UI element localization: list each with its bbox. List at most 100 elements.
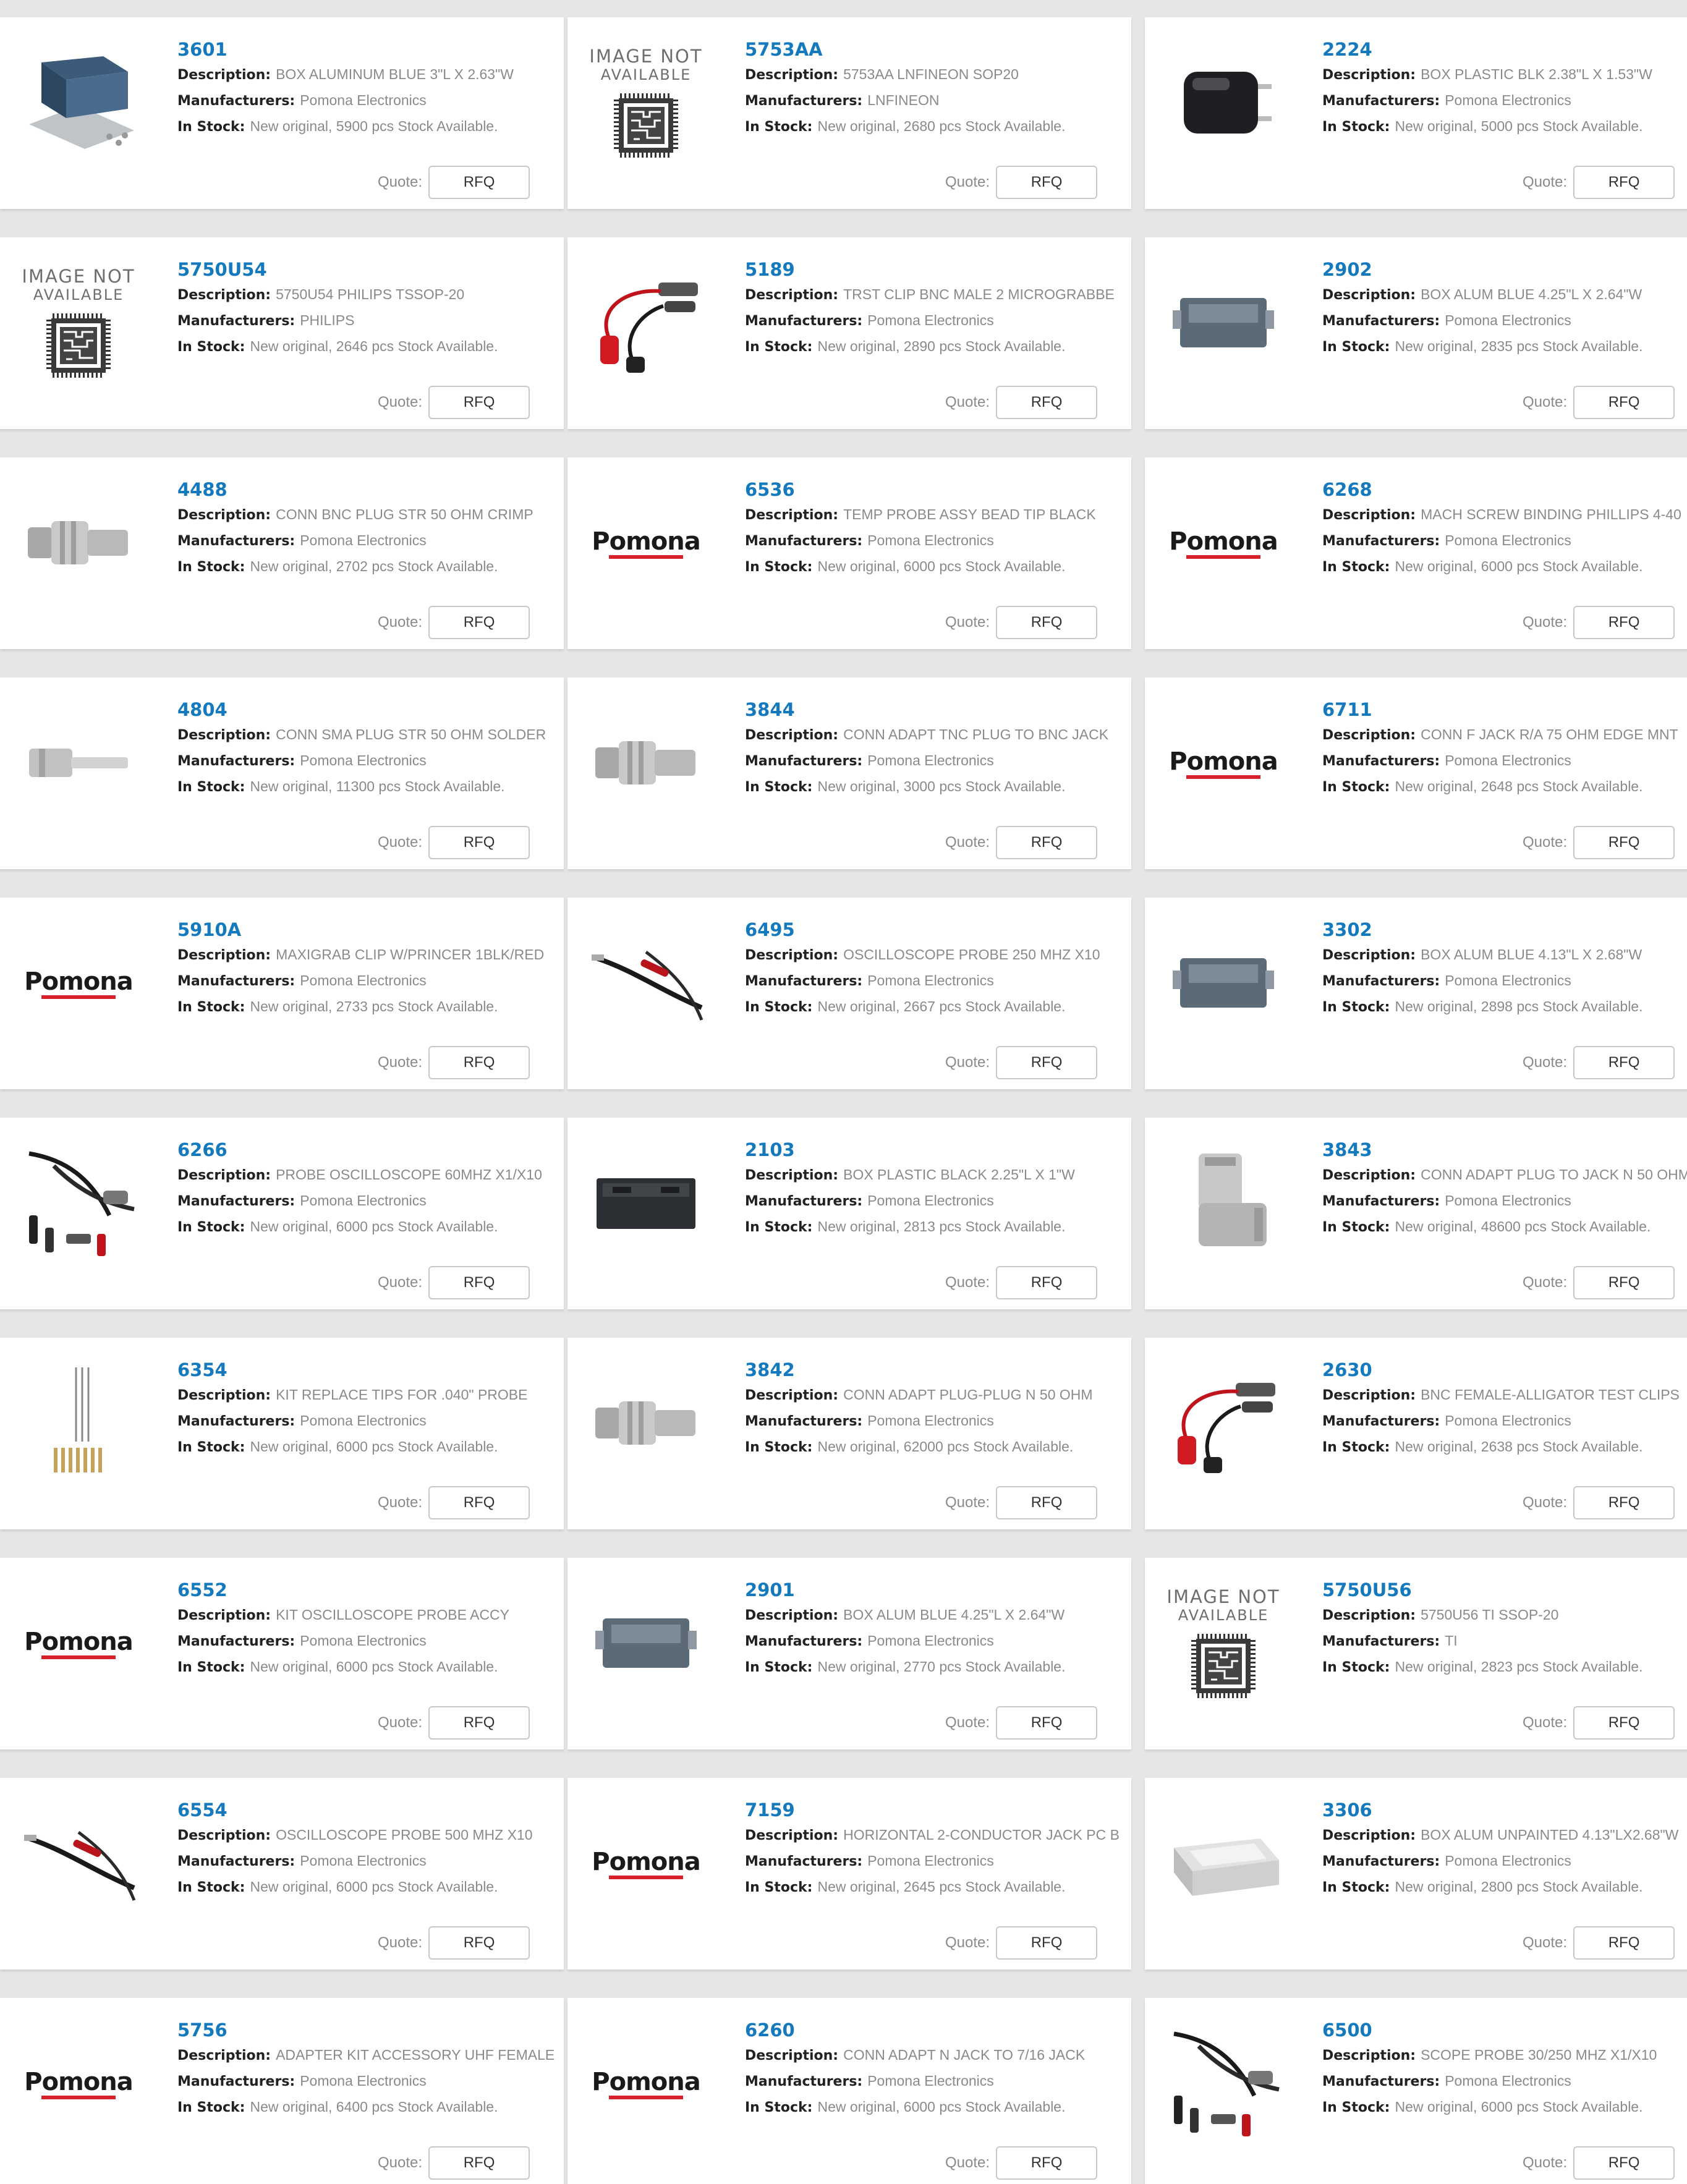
rfq-button[interactable]: RFQ bbox=[996, 826, 1098, 859]
rfq-button[interactable]: RFQ bbox=[1573, 1486, 1675, 1519]
part-number-link[interactable]: 4488 bbox=[177, 477, 561, 502]
product-thumbnail[interactable]: Pomona bbox=[14, 2023, 143, 2146]
product-thumbnail[interactable] bbox=[14, 702, 143, 826]
part-number-link[interactable]: 3844 bbox=[745, 697, 1128, 722]
part-number-link[interactable]: 6266 bbox=[177, 1137, 561, 1162]
rfq-button[interactable]: RFQ bbox=[428, 1486, 530, 1519]
product-thumbnail[interactable]: IMAGE NOT AVAILABLE bbox=[1158, 1583, 1288, 1706]
product-thumbnail[interactable] bbox=[581, 262, 711, 386]
product-thumbnail[interactable] bbox=[1158, 262, 1288, 386]
product-thumbnail[interactable]: Pomona bbox=[581, 2023, 711, 2146]
rfq-button[interactable]: RFQ bbox=[428, 386, 530, 419]
part-number-link[interactable]: 3601 bbox=[177, 37, 561, 62]
rfq-button[interactable]: RFQ bbox=[428, 1926, 530, 1960]
rfq-button[interactable]: RFQ bbox=[428, 1706, 530, 1740]
part-number-link[interactable]: 6552 bbox=[177, 1578, 561, 1602]
rfq-button[interactable]: RFQ bbox=[1573, 1706, 1675, 1740]
rfq-button[interactable]: RFQ bbox=[1573, 1266, 1675, 1299]
product-thumbnail[interactable] bbox=[1158, 1803, 1288, 1926]
product-thumbnail[interactable] bbox=[14, 1142, 143, 1266]
product-thumbnail[interactable]: IMAGE NOT AVAILABLE bbox=[581, 42, 711, 166]
product-thumbnail[interactable] bbox=[14, 1803, 143, 1926]
part-number-link[interactable]: 2901 bbox=[745, 1578, 1128, 1602]
product-thumbnail[interactable] bbox=[14, 1362, 143, 1486]
part-number-link[interactable]: 5756 bbox=[177, 2018, 561, 2042]
product-thumbnail[interactable] bbox=[581, 1142, 711, 1266]
rfq-button[interactable]: RFQ bbox=[996, 1706, 1098, 1740]
product-thumbnail[interactable] bbox=[1158, 922, 1288, 1046]
product-thumbnail[interactable] bbox=[1158, 42, 1288, 166]
part-number-link[interactable]: 5753AA bbox=[745, 37, 1128, 62]
product-thumbnail[interactable]: Pomona bbox=[581, 482, 711, 606]
product-card: 4804 Description: CONN SMA PLUG STR 50 OH… bbox=[0, 678, 564, 869]
part-number-link[interactable]: 3302 bbox=[1322, 917, 1687, 942]
product-thumbnail[interactable] bbox=[581, 922, 711, 1046]
part-number-link[interactable]: 2224 bbox=[1322, 37, 1687, 62]
chip-icon bbox=[22, 312, 135, 381]
part-number-link[interactable]: 3306 bbox=[1322, 1798, 1687, 1822]
stock-row: In Stock: New original, 11300 pcs Stock A… bbox=[177, 774, 561, 800]
rfq-button[interactable]: RFQ bbox=[996, 1046, 1098, 1079]
part-number-link[interactable]: 5910A bbox=[177, 917, 561, 942]
probe-kit-icon bbox=[17, 1141, 140, 1268]
rfq-button[interactable]: RFQ bbox=[1573, 1926, 1675, 1960]
rfq-button[interactable]: RFQ bbox=[1573, 826, 1675, 859]
stock-row: In Stock: New original, 2835 pcs Stock Av… bbox=[1322, 334, 1687, 360]
rfq-button[interactable]: RFQ bbox=[1573, 166, 1675, 199]
part-number-link[interactable]: 5750U54 bbox=[177, 257, 561, 282]
rfq-button[interactable]: RFQ bbox=[428, 166, 530, 199]
part-number-link[interactable]: 7159 bbox=[745, 1798, 1128, 1822]
product-thumbnail[interactable] bbox=[1158, 1142, 1288, 1266]
product-thumbnail[interactable]: IMAGE NOT AVAILABLE bbox=[14, 262, 143, 386]
product-thumbnail[interactable]: Pomona bbox=[581, 1803, 711, 1926]
product-thumbnail[interactable] bbox=[14, 42, 143, 166]
part-number-link[interactable]: 4804 bbox=[177, 697, 561, 722]
rfq-button[interactable]: RFQ bbox=[1573, 606, 1675, 639]
rfq-button[interactable]: RFQ bbox=[1573, 1046, 1675, 1079]
rfq-button[interactable]: RFQ bbox=[428, 606, 530, 639]
part-number-link[interactable]: 6268 bbox=[1322, 477, 1687, 502]
part-number-link[interactable]: 5750U56 bbox=[1322, 1578, 1687, 1602]
product-thumbnail[interactable] bbox=[1158, 1362, 1288, 1486]
part-number-link[interactable]: 6354 bbox=[177, 1358, 561, 1382]
part-number-link[interactable]: 3843 bbox=[1322, 1137, 1687, 1162]
part-number-link[interactable]: 6711 bbox=[1322, 697, 1687, 722]
product-thumbnail[interactable]: Pomona bbox=[1158, 482, 1288, 606]
stock-row: In Stock: New original, 2680 pcs Stock Av… bbox=[745, 114, 1128, 140]
part-number-link[interactable]: 6260 bbox=[745, 2018, 1128, 2042]
product-thumbnail[interactable] bbox=[581, 1362, 711, 1486]
product-thumbnail[interactable]: Pomona bbox=[14, 922, 143, 1046]
rfq-button[interactable]: RFQ bbox=[996, 166, 1098, 199]
product-thumbnail[interactable]: Pomona bbox=[14, 1583, 143, 1706]
rfq-button[interactable]: RFQ bbox=[1573, 2146, 1675, 2180]
rfq-button[interactable]: RFQ bbox=[428, 2146, 530, 2180]
product-thumbnail[interactable]: Pomona bbox=[1158, 702, 1288, 826]
product-thumbnail[interactable] bbox=[14, 482, 143, 606]
rfq-button[interactable]: RFQ bbox=[428, 1266, 530, 1299]
product-thumbnail[interactable] bbox=[581, 1583, 711, 1706]
product-thumbnail[interactable] bbox=[581, 702, 711, 826]
rfq-button[interactable]: RFQ bbox=[428, 1046, 530, 1079]
rfq-button[interactable]: RFQ bbox=[996, 386, 1098, 419]
stock-value: New original, 2680 pcs Stock Available. bbox=[817, 118, 1066, 134]
rfq-button[interactable]: RFQ bbox=[1573, 386, 1675, 419]
part-number-link[interactable]: 3842 bbox=[745, 1358, 1128, 1382]
part-number-link[interactable]: 2630 bbox=[1322, 1358, 1687, 1382]
stock-row: In Stock: New original, 2898 pcs Stock Av… bbox=[1322, 994, 1687, 1020]
rfq-button[interactable]: RFQ bbox=[996, 1926, 1098, 1960]
part-number-link[interactable]: 6500 bbox=[1322, 2018, 1687, 2042]
part-number-link[interactable]: 6495 bbox=[745, 917, 1128, 942]
rfq-button[interactable]: RFQ bbox=[996, 2146, 1098, 2180]
part-number-link[interactable]: 5189 bbox=[745, 257, 1128, 282]
part-number-link[interactable]: 2103 bbox=[745, 1137, 1128, 1162]
rfq-button[interactable]: RFQ bbox=[996, 606, 1098, 639]
part-number-link[interactable]: 2902 bbox=[1322, 257, 1687, 282]
part-number-link[interactable]: 6536 bbox=[745, 477, 1128, 502]
box-black-icon bbox=[584, 1166, 708, 1243]
stock-value: New original, 2646 pcs Stock Available. bbox=[250, 338, 498, 354]
part-number-link[interactable]: 6554 bbox=[177, 1798, 561, 1822]
rfq-button[interactable]: RFQ bbox=[996, 1486, 1098, 1519]
rfq-button[interactable]: RFQ bbox=[428, 826, 530, 859]
product-thumbnail[interactable] bbox=[1158, 2023, 1288, 2146]
rfq-button[interactable]: RFQ bbox=[996, 1266, 1098, 1299]
